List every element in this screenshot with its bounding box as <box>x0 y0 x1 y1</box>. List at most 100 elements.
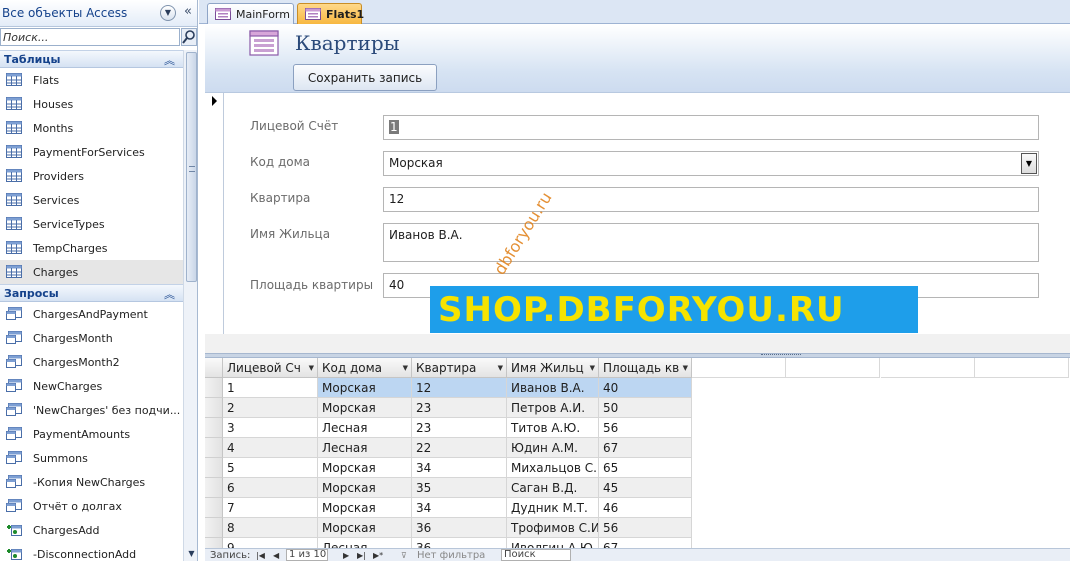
table-cell[interactable]: 36 <box>412 538 507 548</box>
new-record-icon[interactable]: ▶* <box>373 550 383 561</box>
table-cell[interactable]: Морская <box>318 398 412 418</box>
collapse-group-icon[interactable]: ︽ <box>164 52 175 68</box>
table-row[interactable]: 1 Морская 12 Иванов В.А. 40 <box>205 378 692 398</box>
table-cell[interactable]: 23 <box>412 398 507 418</box>
table-cell[interactable]: Иволгин А.Ю. <box>507 538 599 548</box>
table-cell[interactable]: 34 <box>412 458 507 478</box>
table-cell[interactable]: 50 <box>599 398 692 418</box>
filter-indicator[interactable]: Нет фильтра <box>417 550 485 561</box>
table-cell[interactable]: Морская <box>318 498 412 518</box>
row-selector[interactable] <box>205 398 223 418</box>
nav-pane-title[interactable]: Все объекты Access <box>2 6 127 20</box>
nav-query-item[interactable]: ChargesMonth <box>0 326 183 350</box>
table-cell[interactable]: 2 <box>223 398 318 418</box>
table-cell[interactable]: 8 <box>223 518 318 538</box>
table-cell[interactable]: 46 <box>599 498 692 518</box>
nav-group-header[interactable]: Таблицы ︽ <box>0 50 183 68</box>
table-cell[interactable]: Петров А.И. <box>507 398 599 418</box>
table-cell[interactable]: 34 <box>412 498 507 518</box>
scroll-down-icon[interactable]: ▼ <box>186 549 197 559</box>
table-cell[interactable]: 3 <box>223 418 318 438</box>
column-filter-dropdown-icon[interactable]: ▼ <box>403 364 408 372</box>
row-selector[interactable] <box>205 518 223 538</box>
document-tab[interactable]: Flats1 <box>297 3 364 24</box>
table-cell[interactable]: 1 <box>223 378 318 398</box>
table-row[interactable]: 7 Морская 34 Дудник М.Т. 46 <box>205 498 692 518</box>
nav-search-input[interactable] <box>0 28 180 46</box>
table-cell[interactable]: 40 <box>599 378 692 398</box>
nav-query-item[interactable]: Summons <box>0 446 183 470</box>
nav-table-item[interactable]: PaymentForServices <box>0 140 183 164</box>
record-search-input[interactable]: Поиск <box>501 549 571 561</box>
account-field[interactable]: 1 <box>383 115 1039 140</box>
table-cell[interactable]: 35 <box>412 478 507 498</box>
record-position-input[interactable]: 1 из 10 <box>286 549 328 561</box>
nav-table-item[interactable]: Charges <box>0 260 183 284</box>
table-cell[interactable]: 36 <box>412 518 507 538</box>
table-cell[interactable]: Лесная <box>318 438 412 458</box>
table-row[interactable]: 4 Лесная 22 Юдин А.М. 67 <box>205 438 692 458</box>
nav-query-item[interactable]: Отчёт о долгах <box>0 494 183 518</box>
row-selector[interactable] <box>205 378 223 398</box>
nav-group-header[interactable]: Запросы ︽ <box>0 284 183 302</box>
table-cell[interactable]: 67 <box>599 438 692 458</box>
house-code-combobox[interactable]: Морская ▼ <box>383 151 1039 176</box>
table-cell[interactable]: Иванов В.А. <box>507 378 599 398</box>
save-record-button[interactable]: Сохранить запись <box>293 64 437 91</box>
column-header[interactable]: Квартира ▼ <box>412 358 507 378</box>
table-cell[interactable]: 22 <box>412 438 507 458</box>
table-cell[interactable]: 9 <box>223 538 318 548</box>
column-filter-dropdown-icon[interactable]: ▼ <box>590 364 595 372</box>
table-cell[interactable]: 45 <box>599 478 692 498</box>
previous-record-icon[interactable]: ◀ <box>273 550 279 561</box>
record-selector[interactable] <box>205 93 224 334</box>
column-header[interactable]: Код дома ▼ <box>318 358 412 378</box>
column-header[interactable]: Площадь кв ▼ <box>599 358 692 378</box>
nav-pane-header[interactable]: Все объекты Access ▼ « <box>0 0 197 27</box>
column-header[interactable]: Лицевой Сч ▼ <box>223 358 318 378</box>
table-row[interactable]: 6 Морская 35 Саган В.Д. 45 <box>205 478 692 498</box>
nav-query-item[interactable]: 'NewCharges' без подчи... <box>0 398 183 422</box>
table-cell[interactable]: Титов А.Ю. <box>507 418 599 438</box>
document-tab[interactable]: MainForm <box>207 3 294 24</box>
table-cell[interactable]: 5 <box>223 458 318 478</box>
column-header[interactable]: Имя Жильц ▼ <box>507 358 599 378</box>
tenant-name-field[interactable]: Иванов В.А. <box>383 223 1039 262</box>
nav-table-item[interactable]: TempCharges <box>0 236 183 260</box>
table-cell[interactable]: Лесная <box>318 538 412 548</box>
column-filter-dropdown-icon[interactable]: ▼ <box>498 364 503 372</box>
table-cell[interactable]: Михальцов С.I <box>507 458 599 478</box>
table-cell[interactable]: Лесная <box>318 418 412 438</box>
row-selector[interactable] <box>205 538 223 548</box>
table-row[interactable]: 5 Морская 34 Михальцов С.I 65 <box>205 458 692 478</box>
table-row[interactable]: 8 Морская 36 Трофимов С.И 56 <box>205 518 692 538</box>
row-selector[interactable] <box>205 478 223 498</box>
table-cell[interactable]: Дудник М.Т. <box>507 498 599 518</box>
table-row[interactable]: 9 Лесная 36 Иволгин А.Ю. 67 <box>205 538 692 548</box>
nav-query-item[interactable]: NewCharges <box>0 374 183 398</box>
table-cell[interactable]: 4 <box>223 438 318 458</box>
select-all-corner[interactable] <box>205 358 223 378</box>
next-record-icon[interactable]: ▶ <box>343 550 349 561</box>
table-row[interactable]: 3 Лесная 23 Титов А.Ю. 56 <box>205 418 692 438</box>
table-cell[interactable]: Морская <box>318 518 412 538</box>
nav-table-item[interactable]: Services <box>0 188 183 212</box>
nav-table-item[interactable]: ServiceTypes <box>0 212 183 236</box>
table-cell[interactable]: Юдин А.М. <box>507 438 599 458</box>
nav-query-item[interactable]: PaymentAmounts <box>0 422 183 446</box>
splitter-grip-icon[interactable] <box>761 354 801 357</box>
nav-query-item[interactable]: ChargesAndPayment <box>0 302 183 326</box>
last-record-icon[interactable]: ▶| <box>357 550 366 561</box>
nav-scrollbar[interactable]: ▼ <box>183 50 197 561</box>
table-cell[interactable]: 65 <box>599 458 692 478</box>
nav-table-item[interactable]: Houses <box>0 92 183 116</box>
collapse-group-icon[interactable]: ︽ <box>164 286 175 302</box>
table-cell[interactable]: Морская <box>318 378 412 398</box>
column-filter-dropdown-icon[interactable]: ▼ <box>683 364 688 372</box>
scrollbar-thumb[interactable] <box>186 52 197 282</box>
table-cell[interactable]: 56 <box>599 518 692 538</box>
collapse-pane-icon[interactable]: « <box>181 4 195 20</box>
row-selector[interactable] <box>205 498 223 518</box>
column-filter-dropdown-icon[interactable]: ▼ <box>309 364 314 372</box>
table-cell[interactable]: 56 <box>599 418 692 438</box>
